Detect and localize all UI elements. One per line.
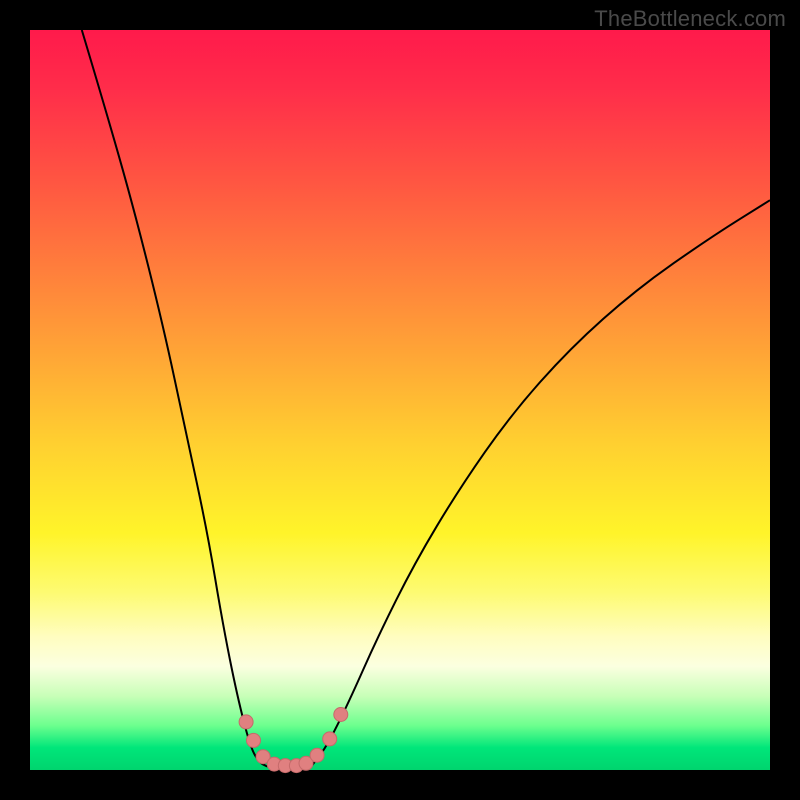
marker-dot: [247, 733, 261, 747]
marker-dot: [334, 708, 348, 722]
watermark-text: TheBottleneck.com: [594, 6, 786, 32]
bottleneck-curve: [82, 30, 770, 768]
marker-dot: [310, 748, 324, 762]
curve-svg: [30, 30, 770, 770]
chart-frame: TheBottleneck.com: [0, 0, 800, 800]
marker-dot: [239, 715, 253, 729]
plot-area: [30, 30, 770, 770]
marker-dot: [323, 732, 337, 746]
marker-dots: [239, 708, 348, 773]
